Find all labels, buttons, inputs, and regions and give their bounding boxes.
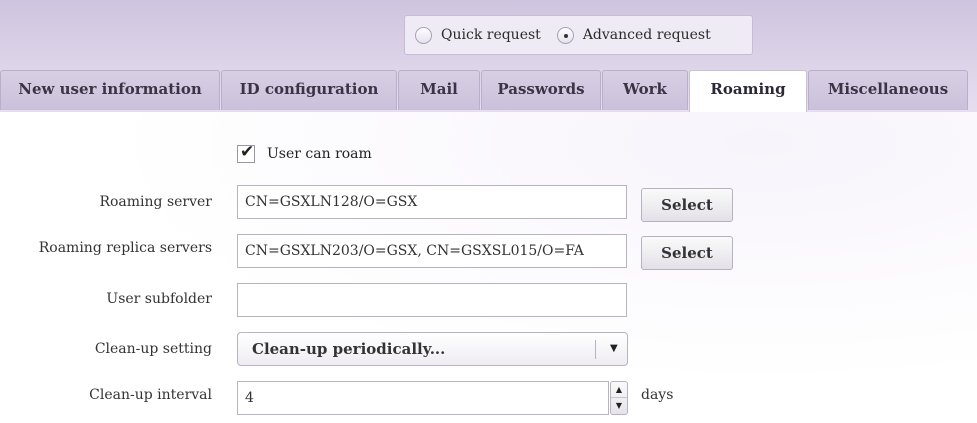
quick-request-option[interactable]: Quick request xyxy=(415,26,541,44)
tab-work[interactable]: Work xyxy=(602,70,688,110)
decrement-arrow-icon[interactable]: ▼ xyxy=(611,398,627,414)
user-subfolder-input[interactable] xyxy=(237,283,627,317)
quick-request-radio[interactable] xyxy=(415,26,432,44)
cleanup-interval-label: Clean-up interval xyxy=(89,387,212,403)
tab-passwords[interactable]: Passwords xyxy=(481,70,601,110)
tab-mail[interactable]: Mail xyxy=(398,70,480,110)
replica-servers-select-button[interactable]: Select xyxy=(641,236,733,270)
replica-servers-label: Roaming replica servers xyxy=(38,240,212,256)
advanced-request-label: Advanced request xyxy=(582,27,711,43)
roaming-server-input[interactable]: CN=GSXLN128/O=GSX xyxy=(237,185,627,219)
cleanup-interval-stepper[interactable]: ▲ ▼ xyxy=(610,381,628,415)
tab-id-configuration[interactable]: ID configuration xyxy=(221,70,397,110)
tab-bar: New user information ID configuration Ma… xyxy=(0,70,977,113)
cleanup-setting-dropdown[interactable]: Clean-up periodically... ▼ xyxy=(237,332,628,366)
advanced-request-radio[interactable] xyxy=(556,26,574,44)
replica-servers-input[interactable]: CN=GSXLN203/O=GSX, CN=GSXSL015/O=FA xyxy=(237,234,627,268)
tab-roaming[interactable]: Roaming xyxy=(689,70,807,113)
roaming-server-select-button[interactable]: Select xyxy=(641,188,733,222)
advanced-request-option[interactable]: Advanced request xyxy=(556,26,711,44)
cleanup-interval-unit: days xyxy=(641,387,674,403)
quick-request-label: Quick request xyxy=(441,27,541,43)
dropdown-separator xyxy=(595,340,596,359)
chevron-down-icon[interactable]: ▼ xyxy=(610,333,618,365)
user-can-roam-checkbox[interactable]: ✔ xyxy=(237,142,255,163)
checkmark-icon: ✔ xyxy=(240,142,255,162)
cleanup-interval-input[interactable]: 4 xyxy=(237,381,609,415)
user-subfolder-label: User subfolder xyxy=(106,291,212,307)
increment-arrow-icon[interactable]: ▲ xyxy=(611,382,627,398)
tab-miscellaneous[interactable]: Miscellaneous xyxy=(808,70,968,110)
request-mode-group: Quick request Advanced request xyxy=(404,15,753,55)
user-can-roam-row[interactable]: ✔ User can roam xyxy=(237,142,372,163)
header-bar: Quick request Advanced request New user … xyxy=(0,0,977,113)
tab-new-user-information[interactable]: New user information xyxy=(0,70,220,110)
user-can-roam-label: User can roam xyxy=(267,146,372,162)
roaming-panel: ✔ User can roam Roaming server CN=GSXLN1… xyxy=(0,112,977,423)
cleanup-setting-label: Clean-up setting xyxy=(94,341,212,357)
roaming-server-label: Roaming server xyxy=(99,194,212,210)
cleanup-setting-value: Clean-up periodically... xyxy=(252,340,446,358)
